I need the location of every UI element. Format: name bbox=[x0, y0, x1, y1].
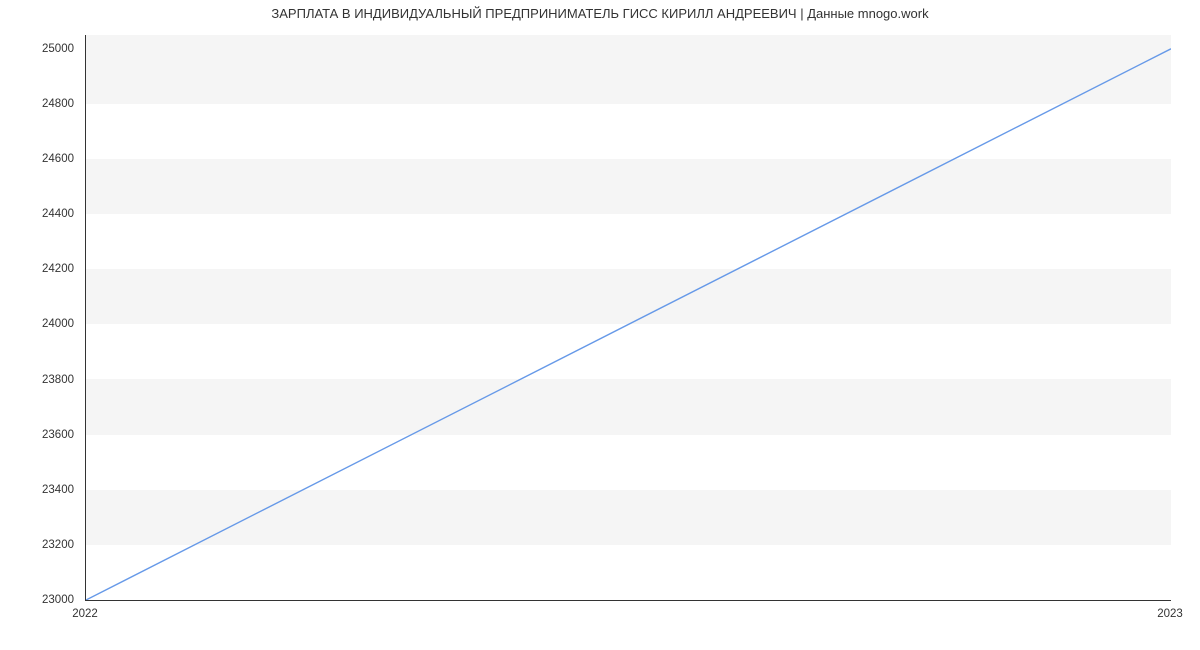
y-axis: 2300023200234002360023800240002420024400… bbox=[0, 35, 80, 600]
y-tick-label: 23200 bbox=[0, 539, 74, 551]
x-axis: 20222023 bbox=[85, 600, 1170, 630]
x-tick-label: 2022 bbox=[72, 608, 98, 620]
line-layer bbox=[86, 35, 1171, 600]
y-tick-label: 24000 bbox=[0, 318, 74, 330]
data-line bbox=[86, 49, 1171, 600]
y-tick-label: 23400 bbox=[0, 484, 74, 496]
y-tick-label: 24400 bbox=[0, 208, 74, 220]
y-tick-label: 23600 bbox=[0, 429, 74, 441]
chart-title: ЗАРПЛАТА В ИНДИВИДУАЛЬНЫЙ ПРЕДПРИНИМАТЕЛ… bbox=[0, 6, 1200, 21]
x-tick-label: 2023 bbox=[1157, 608, 1183, 620]
y-tick-label: 24600 bbox=[0, 153, 74, 165]
y-tick-label: 24200 bbox=[0, 263, 74, 275]
plot-area bbox=[85, 35, 1171, 601]
chart-container: ЗАРПЛАТА В ИНДИВИДУАЛЬНЫЙ ПРЕДПРИНИМАТЕЛ… bbox=[0, 0, 1200, 650]
y-tick-label: 23000 bbox=[0, 594, 74, 606]
y-tick-label: 23800 bbox=[0, 374, 74, 386]
y-tick-label: 25000 bbox=[0, 43, 74, 55]
y-tick-label: 24800 bbox=[0, 98, 74, 110]
